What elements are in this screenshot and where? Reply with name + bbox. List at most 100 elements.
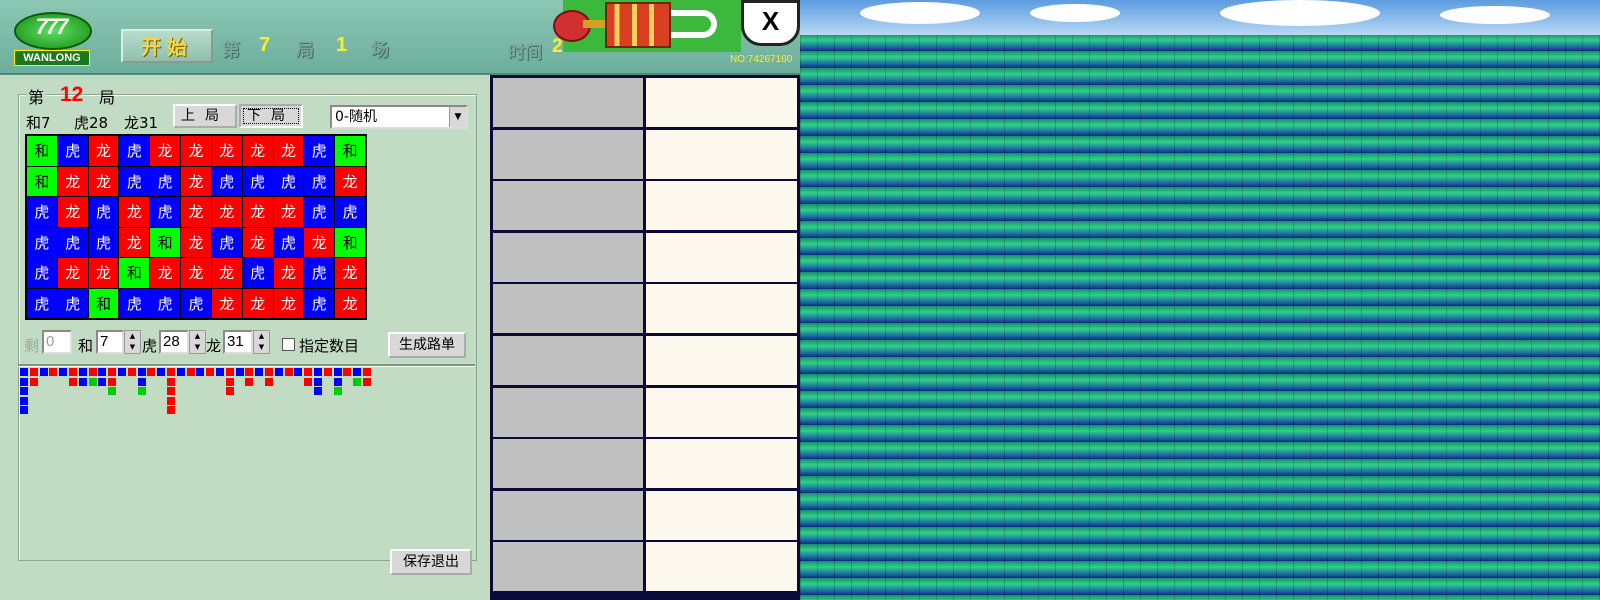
grid-cell[interactable]: 虎 (150, 197, 181, 227)
remain-field[interactable]: 0 (42, 330, 72, 354)
grid-cell[interactable]: 虎 (273, 166, 304, 196)
group-suffix-label: 局 (99, 88, 116, 107)
grid-cell[interactable]: 龙 (242, 197, 273, 227)
wanlong-logo: 777 WANLONG (12, 8, 92, 66)
grid-cell[interactable]: 虎 (242, 166, 273, 196)
grid-cell[interactable]: 龙 (57, 197, 88, 227)
grid-cell[interactable]: 虎 (181, 288, 211, 318)
grid-cell[interactable]: 虎 (304, 166, 335, 196)
grid-cell[interactable]: 虎 (304, 197, 335, 227)
grid-cell[interactable]: 龙 (335, 288, 365, 318)
record-row (493, 78, 797, 127)
grid-cell[interactable]: 虎 (27, 288, 57, 318)
grid-cell[interactable]: 虎 (150, 288, 181, 318)
grid-cell[interactable]: 虎 (27, 197, 57, 227)
grid-cell[interactable]: 龙 (57, 166, 88, 196)
grid-cell[interactable]: 龙 (181, 136, 211, 166)
cloud (1220, 0, 1380, 26)
logo-brand: WANLONG (14, 50, 90, 66)
start-button[interactable]: 开始 (121, 29, 213, 63)
grid-cell[interactable]: 龙 (181, 258, 211, 288)
grid-cell[interactable]: 虎 (304, 136, 335, 166)
grid-cell[interactable]: 龙 (273, 136, 304, 166)
grid-cell[interactable]: 虎 (88, 227, 119, 257)
grid-cell[interactable]: 龙 (88, 258, 119, 288)
grid-cell[interactable]: 龙 (335, 166, 365, 196)
road-bead (49, 368, 58, 376)
grid-cell[interactable]: 龙 (181, 197, 211, 227)
grid-cell[interactable]: 虎 (335, 197, 365, 227)
dragon-stepper[interactable]: ▲ ▼ (253, 330, 270, 354)
grid-cell[interactable]: 虎 (119, 166, 150, 196)
grid-cell[interactable]: 和 (119, 258, 150, 288)
road-editor-panel: 第 12 局 和7 虎28 龙31 上局 下局 0-随机 ▼ 和虎龙虎龙龙龙龙龙… (0, 75, 490, 600)
record-row (493, 542, 797, 592)
grid-cell[interactable]: 龙 (211, 288, 242, 318)
road-bead (216, 368, 224, 376)
cloud (1440, 6, 1550, 24)
grid-cell[interactable]: 虎 (119, 288, 150, 318)
grid-cell[interactable]: 龙 (57, 258, 88, 288)
next-round-button[interactable]: 下局 (239, 104, 303, 128)
grid-cell[interactable]: 虎 (211, 227, 242, 257)
tie-stepper[interactable]: ▲ ▼ (124, 330, 141, 354)
generate-road-button[interactable]: 生成路单 (388, 332, 466, 358)
grid-cell[interactable]: 虎 (57, 227, 88, 257)
road-bead (363, 368, 371, 376)
tiger-stepper[interactable]: ▲ ▼ (189, 330, 206, 354)
grid-cell[interactable]: 和 (150, 227, 181, 257)
grid-cell[interactable]: 龙 (304, 227, 335, 257)
grid-cell[interactable]: 和 (88, 288, 119, 318)
grid-cell[interactable]: 龙 (273, 288, 304, 318)
grid-cell[interactable]: 虎 (57, 288, 88, 318)
grid-cell[interactable]: 龙 (88, 136, 119, 166)
grid-cell[interactable]: 虎 (150, 166, 181, 196)
grid-cell[interactable]: 虎 (119, 136, 150, 166)
grid-cell[interactable]: 龙 (211, 136, 242, 166)
grid-cell[interactable]: 龙 (335, 258, 365, 288)
grid-cell[interactable]: 龙 (119, 227, 150, 257)
grid-cell[interactable]: 龙 (211, 197, 242, 227)
grid-cell[interactable]: 和 (27, 136, 57, 166)
grid-cell[interactable]: 龙 (181, 166, 211, 196)
grid-cell[interactable]: 和 (27, 166, 57, 196)
grid-cell[interactable]: 虎 (211, 166, 242, 196)
grid-cell[interactable]: 和 (335, 136, 365, 166)
tie-field[interactable]: 7 (96, 330, 124, 354)
grid-cell[interactable]: 龙 (150, 258, 181, 288)
grid-cell[interactable]: 龙 (119, 197, 150, 227)
grid-cell[interactable]: 虎 (242, 258, 273, 288)
chevron-down-icon[interactable]: ▼ (449, 107, 466, 127)
close-button[interactable]: X (741, 0, 800, 46)
road-bead (88, 377, 97, 386)
grid-cell[interactable]: 龙 (242, 288, 273, 318)
grid-cell[interactable]: 和 (335, 227, 365, 257)
grid-cell[interactable]: 虎 (88, 197, 119, 227)
grid-cell[interactable]: 龙 (242, 227, 273, 257)
tiger-field[interactable]: 28 (159, 330, 189, 354)
mode-select[interactable]: 0-随机 ▼ (330, 105, 468, 129)
grid-cell[interactable]: 龙 (273, 258, 304, 288)
grid-cell[interactable]: 虎 (273, 227, 304, 257)
grid-cell[interactable]: 龙 (273, 197, 304, 227)
grid-cell[interactable]: 虎 (57, 136, 88, 166)
grid-cell[interactable]: 龙 (88, 166, 119, 196)
road-bead (118, 368, 126, 376)
road-bead (333, 368, 342, 376)
grid-cell[interactable]: 龙 (181, 227, 211, 257)
grid-cell[interactable]: 虎 (27, 258, 57, 288)
road-bead (245, 377, 254, 386)
grid-cell[interactable]: 虎 (304, 288, 335, 318)
grid-cell[interactable]: 虎 (27, 227, 57, 257)
grid-cell[interactable]: 龙 (211, 258, 242, 288)
dragon-field[interactable]: 31 (223, 330, 253, 354)
prev-round-button[interactable]: 上局 (173, 104, 237, 128)
specify-count-checkbox[interactable] (282, 338, 295, 351)
grid-cell[interactable]: 龙 (150, 136, 181, 166)
save-exit-button[interactable]: 保存退出 (390, 549, 472, 575)
road-divider (18, 364, 475, 367)
grid-cell[interactable]: 龙 (242, 136, 273, 166)
road-bead (137, 368, 146, 376)
grid-cell[interactable]: 虎 (304, 258, 335, 288)
lock-body-icon (605, 2, 671, 48)
